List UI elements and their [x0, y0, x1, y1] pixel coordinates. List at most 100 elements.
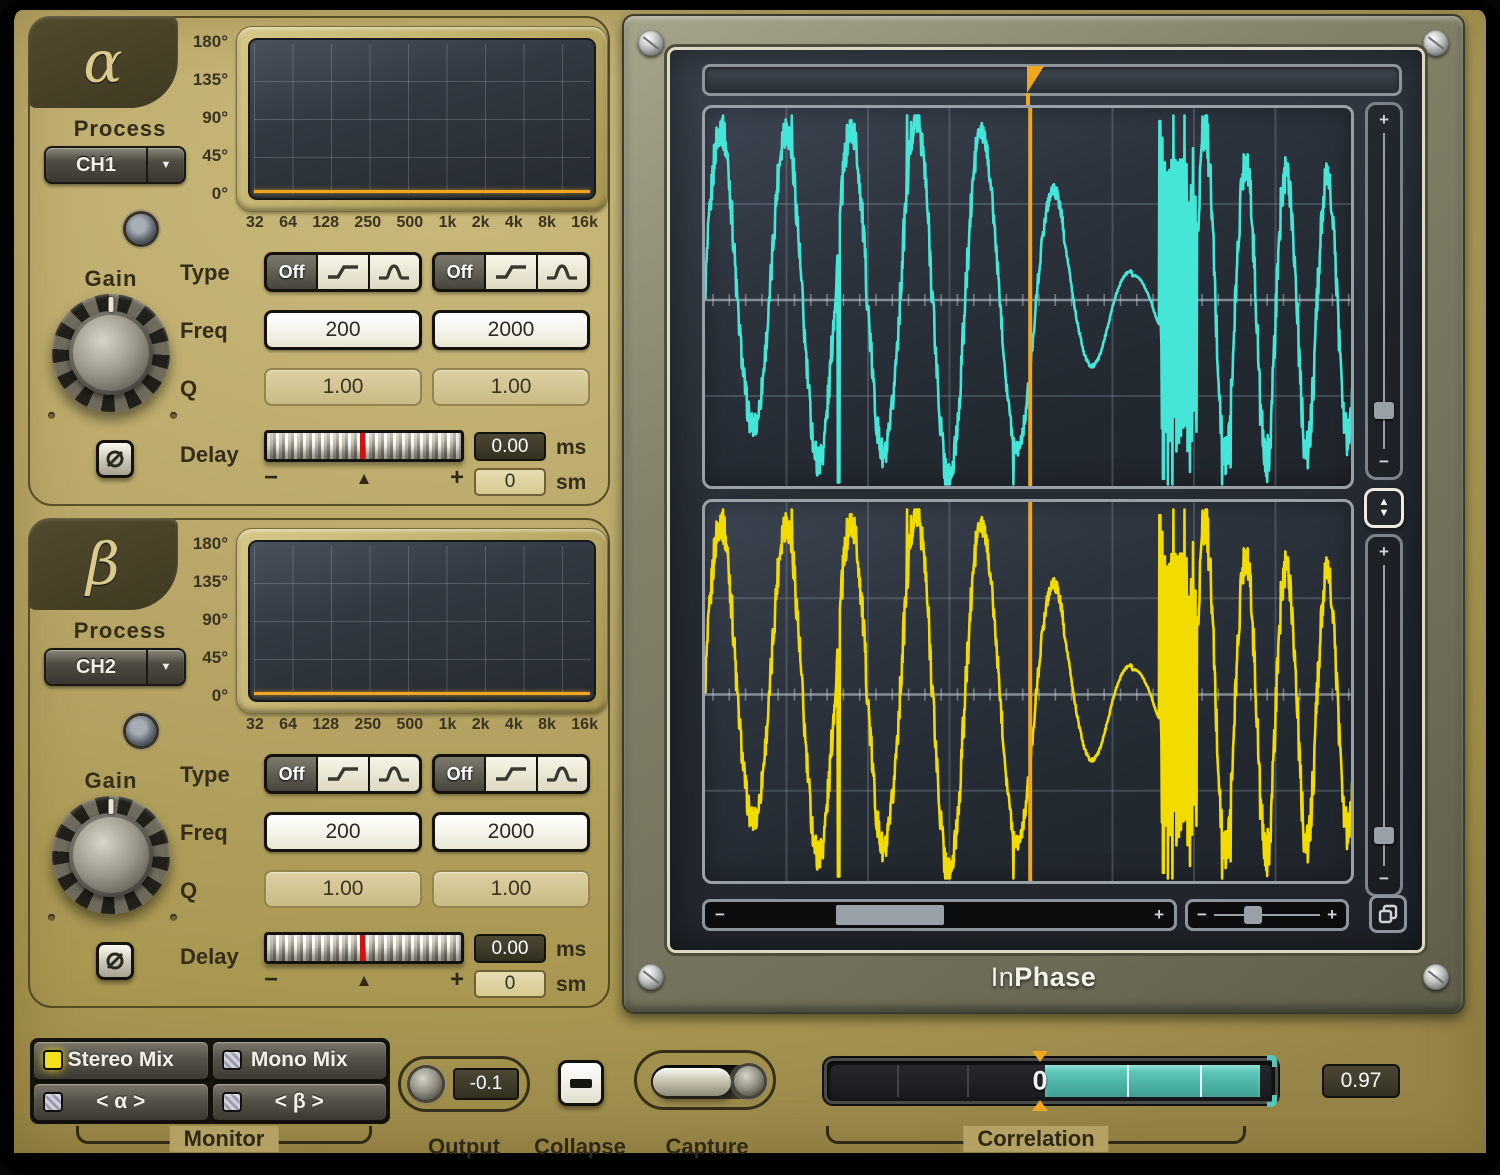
channel-led-button[interactable]	[126, 214, 156, 244]
tick-label: 45°	[202, 648, 228, 668]
filter1-highpass-button[interactable]	[318, 255, 367, 289]
plus-icon[interactable]: +	[1154, 905, 1164, 925]
phase-invert-button[interactable]	[96, 942, 134, 980]
phase-invert-icon	[104, 448, 126, 470]
tick-label: 16k	[571, 214, 598, 232]
delay-ms-field[interactable]: 0.00	[474, 432, 546, 461]
h-scrollbar-thumb[interactable]	[836, 905, 944, 925]
monitor-beta-button[interactable]: < β >	[212, 1083, 388, 1122]
delay-ms-field[interactable]: 0.00	[474, 934, 546, 963]
h-zoom-slider[interactable]: − +	[1185, 899, 1349, 931]
tick-label: 135°	[193, 70, 228, 90]
correlation-zero-marker-bottom	[1032, 1100, 1048, 1111]
v-slider-thumb[interactable]	[1374, 827, 1394, 844]
tick-label: 90°	[202, 108, 228, 128]
filter2-freq-field[interactable]: 2000	[432, 310, 590, 350]
channel-led-button[interactable]	[126, 716, 156, 746]
filter2-off-button[interactable]: Off	[435, 255, 484, 289]
filter2-off-button[interactable]: Off	[435, 757, 484, 791]
filter1-bell-button[interactable]	[370, 255, 419, 289]
monitor-stereo-mix-button[interactable]: Stereo Mix	[33, 1041, 209, 1080]
v-slider-thumb[interactable]	[1374, 402, 1394, 419]
capture-knob[interactable]	[734, 1066, 764, 1096]
collapse-dash-icon	[570, 1079, 592, 1088]
filter1-off-button[interactable]: Off	[267, 757, 316, 791]
filter1-type-group: Off	[264, 754, 422, 794]
overview-strip[interactable]	[702, 64, 1402, 96]
delay-label: Delay	[180, 442, 256, 468]
v-zoom-slider-top[interactable]: + −	[1365, 102, 1403, 480]
output-value-field[interactable]: -0.1	[453, 1068, 519, 1100]
minus-icon[interactable]: −	[1368, 869, 1400, 889]
delay-wheel-scale: − ▲ +	[264, 968, 464, 992]
delay-plus[interactable]: +	[450, 466, 464, 490]
filter2-highpass-button[interactable]	[486, 757, 535, 791]
link-channels-button[interactable]: ▲ ▼	[1364, 488, 1404, 528]
phase-zero-line	[254, 692, 590, 695]
process-dropdown[interactable]: CH1 ▼	[44, 146, 186, 184]
tick-label: 32	[246, 214, 264, 232]
filter2-type-group: Off	[432, 754, 590, 794]
filter1-freq-field[interactable]: 200	[264, 310, 422, 350]
filter1-q-field[interactable]: 1.00	[264, 870, 422, 908]
filter1-bell-button[interactable]	[370, 757, 419, 791]
filter1-highpass-button[interactable]	[318, 757, 367, 791]
collapse-button[interactable]	[558, 1060, 604, 1106]
delay-thumbwheel[interactable]	[264, 430, 464, 462]
filter2-freq-field[interactable]: 2000	[432, 812, 590, 852]
minus-icon[interactable]: −	[1197, 905, 1207, 925]
delay-minus[interactable]: −	[264, 466, 278, 490]
delay-sm-field[interactable]: 0	[474, 970, 546, 998]
process-dropdown[interactable]: CH2 ▼	[44, 648, 186, 686]
tick-label: 45°	[202, 146, 228, 166]
plus-icon[interactable]: +	[1368, 110, 1400, 130]
monitor-alpha-button[interactable]: < α >	[33, 1083, 209, 1122]
output-knob[interactable]	[410, 1068, 442, 1100]
minus-icon[interactable]: −	[1368, 452, 1400, 472]
process-value[interactable]: CH2	[46, 650, 148, 684]
down-arrow-icon: ▼	[1379, 509, 1390, 518]
delay-plus[interactable]: +	[450, 968, 464, 992]
filter2-bell-button[interactable]	[538, 255, 587, 289]
tick-label: 180°	[193, 32, 228, 52]
filter2-bell-button[interactable]	[538, 757, 587, 791]
plus-icon[interactable]: +	[1327, 905, 1337, 925]
freq-label: Freq	[180, 820, 256, 846]
process-value[interactable]: CH1	[46, 148, 148, 182]
filter1-q-field[interactable]: 1.00	[264, 368, 422, 406]
screw-icon	[1423, 30, 1449, 56]
v-zoom-slider-bottom[interactable]: + −	[1365, 534, 1403, 897]
tick-label: 2k	[472, 716, 490, 734]
plugin-window: α Process CH1 ▼ Gain 180°135°90°45°0° 32…	[0, 0, 1500, 1175]
delay-sm-field[interactable]: 0	[474, 468, 546, 496]
tick-label: 0°	[212, 686, 228, 706]
plus-icon[interactable]: +	[1368, 542, 1400, 562]
tick-label: 8k	[538, 214, 556, 232]
tick-label: 64	[279, 716, 297, 734]
delay-wheel-marker	[360, 935, 365, 961]
phase-zero-line	[254, 190, 590, 193]
delay-thumbwheel[interactable]	[264, 932, 464, 964]
filter1-freq-field[interactable]: 200	[264, 812, 422, 852]
phase-invert-button[interactable]	[96, 440, 134, 478]
capture-lever[interactable]	[653, 1068, 731, 1096]
copy-view-button[interactable]	[1369, 895, 1407, 933]
gain-knob[interactable]	[52, 796, 170, 914]
gain-label: Gain	[40, 768, 182, 794]
correlation-bracket: Correlation	[826, 1126, 1246, 1144]
minus-icon[interactable]: −	[715, 905, 725, 925]
playhead-flag[interactable]	[1027, 66, 1044, 93]
filter1-off-button[interactable]: Off	[267, 255, 316, 289]
filter2-q-field[interactable]: 1.00	[432, 368, 590, 406]
correlation-track: 0	[831, 1065, 1271, 1097]
monitor-mono-mix-button[interactable]: Mono Mix	[212, 1041, 388, 1080]
h-zoom-thumb[interactable]	[1244, 906, 1262, 924]
h-scrollbar[interactable]: − +	[702, 899, 1177, 931]
filter2-highpass-button[interactable]	[486, 255, 535, 289]
delay-wheel-marker	[360, 433, 365, 459]
waveform-bottom-svg	[705, 502, 1354, 884]
gain-knob[interactable]	[52, 294, 170, 412]
tick-label: 500	[397, 716, 424, 734]
filter2-q-field[interactable]: 1.00	[432, 870, 590, 908]
delay-minus[interactable]: −	[264, 968, 278, 992]
